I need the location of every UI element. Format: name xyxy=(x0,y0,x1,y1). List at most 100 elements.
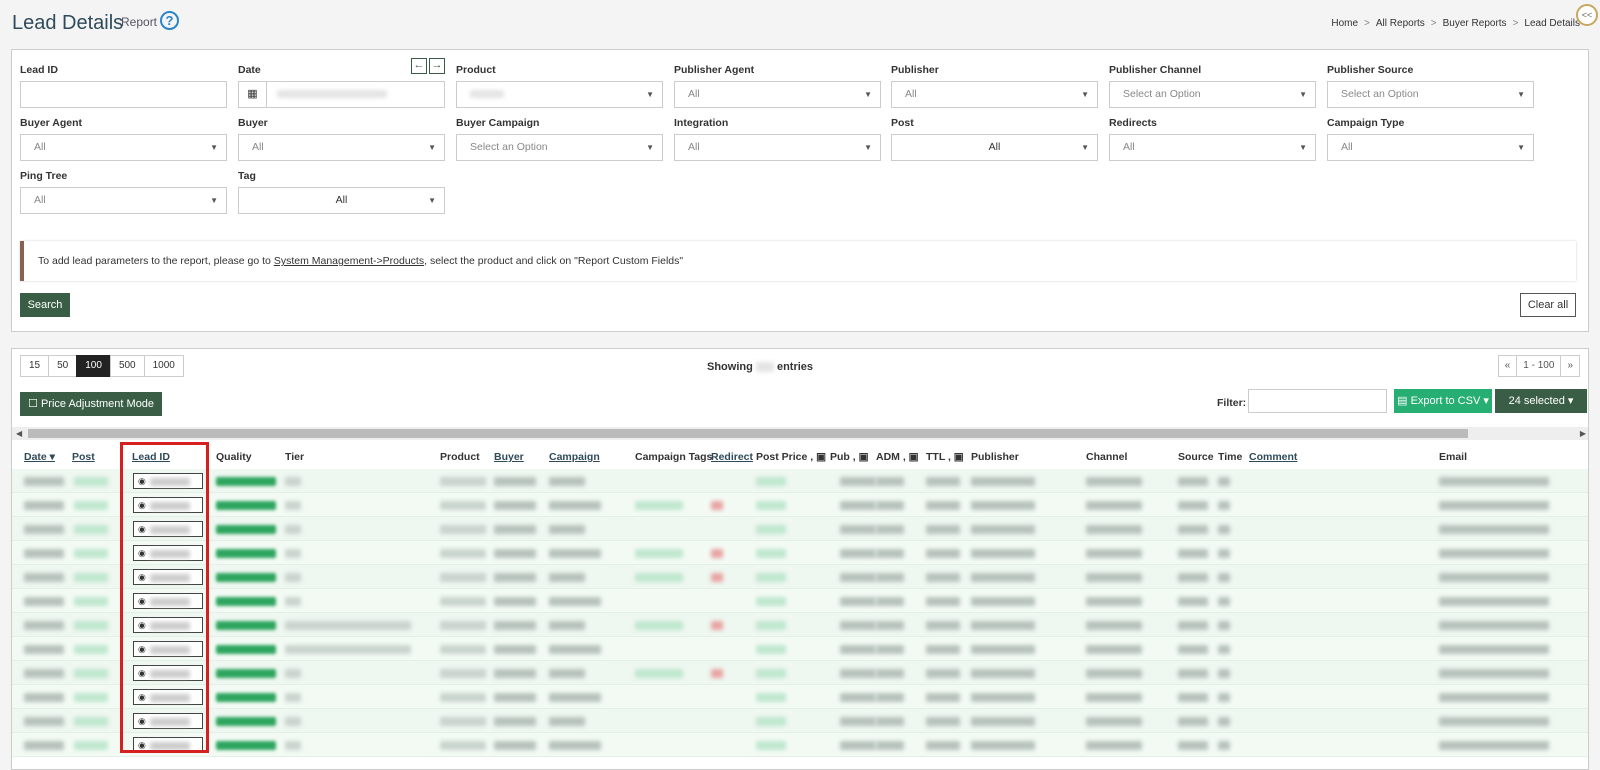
export-csv-button[interactable]: ▤ Export to CSV ▾ xyxy=(1394,389,1492,413)
table-row[interactable]: ◉ xyxy=(12,685,1588,709)
integration-select[interactable]: All ▼ xyxy=(674,134,881,161)
lead-id-view-button[interactable]: ◉ xyxy=(133,617,203,633)
table-row[interactable]: ◉ xyxy=(12,661,1588,685)
scroll-right-icon[interactable]: ▶ xyxy=(1580,427,1586,440)
lead-id-input[interactable] xyxy=(20,81,227,108)
eye-icon: ◉ xyxy=(138,548,146,558)
table-row[interactable]: ◉ xyxy=(12,733,1588,757)
col-buyer[interactable]: Buyer xyxy=(494,451,524,463)
search-button[interactable]: Search xyxy=(20,293,70,317)
redacted-cell xyxy=(440,669,486,678)
lead-id-view-button[interactable]: ◉ xyxy=(133,689,203,705)
col-quality: Quality xyxy=(216,451,252,463)
redacted-cell xyxy=(494,525,536,534)
breadcrumb-buyer-reports[interactable]: Buyer Reports xyxy=(1443,18,1507,29)
checkbox-icon: ☐ xyxy=(28,398,38,410)
redirects-field: Redirects All ▼ xyxy=(1109,117,1316,161)
buyer-campaign-select[interactable]: Select an Option ▼ xyxy=(456,134,663,161)
tag-select[interactable]: All ▼ xyxy=(238,187,445,214)
col-campaign-tags: Campaign Tags xyxy=(635,451,713,463)
redacted-lead-id xyxy=(149,741,190,750)
col-campaign[interactable]: Campaign xyxy=(549,451,600,463)
page-size-15[interactable]: 15 xyxy=(20,355,50,377)
lead-id-view-button[interactable]: ◉ xyxy=(133,641,203,657)
page-size-50[interactable]: 50 xyxy=(48,355,78,377)
pagination-first[interactable]: « xyxy=(1497,355,1518,377)
redacted-cell xyxy=(926,477,960,486)
redacted-cell xyxy=(840,549,876,558)
breadcrumb-home[interactable]: Home xyxy=(1331,18,1358,29)
lead-id-view-button[interactable]: ◉ xyxy=(133,665,203,681)
redacted-cell xyxy=(1439,741,1549,750)
product-select[interactable]: ▼ xyxy=(456,81,663,108)
lead-id-view-button[interactable]: ◉ xyxy=(133,593,203,609)
table-row[interactable]: ◉ xyxy=(12,541,1588,565)
col-time: Time xyxy=(1218,451,1243,463)
page-header: Lead Details Report ? Home > All Reports… xyxy=(0,0,1600,46)
lead-id-view-button[interactable]: ◉ xyxy=(133,713,203,729)
scrollbar-thumb[interactable] xyxy=(28,429,1468,438)
date-range-input[interactable]: ▦ xyxy=(238,81,445,108)
redirects-select[interactable]: All ▼ xyxy=(1109,134,1316,161)
redacted-cell xyxy=(1218,669,1230,678)
columns-selected-button[interactable]: 24 selected ▾ xyxy=(1495,389,1587,413)
publisher-select[interactable]: All ▼ xyxy=(891,81,1098,108)
help-icon[interactable]: ? xyxy=(160,11,179,30)
lead-id-view-button[interactable]: ◉ xyxy=(133,545,203,561)
price-adjustment-mode-button[interactable]: ☐ Price Adjustment Mode xyxy=(20,392,163,416)
table-row[interactable]: ◉ xyxy=(12,637,1588,661)
horizontal-scrollbar[interactable]: ◀ ▶ xyxy=(12,427,1588,440)
col-date[interactable]: Date ▾ xyxy=(24,451,55,463)
table-body: ◉ ◉ ◉ ◉ ◉ ◉ ◉ ◉ ◉ ◉ ◉ ◉ xyxy=(12,469,1588,757)
lead-id-view-button[interactable]: ◉ xyxy=(133,473,203,489)
eye-icon: ◉ xyxy=(138,644,146,654)
redacted-cell xyxy=(971,501,1035,510)
redacted-cell xyxy=(1218,573,1230,582)
redacted-post-price xyxy=(756,525,786,534)
redacted-cell xyxy=(1178,693,1208,702)
redacted-cell xyxy=(285,549,301,558)
table-row[interactable]: ◉ xyxy=(12,517,1588,541)
redacted-post-price xyxy=(756,549,786,558)
breadcrumb-all-reports[interactable]: All Reports xyxy=(1376,18,1425,29)
table-row[interactable]: ◉ xyxy=(12,493,1588,517)
page-size-100[interactable]: 100 xyxy=(76,355,111,377)
table-row[interactable]: ◉ xyxy=(12,589,1588,613)
publisher-source-select[interactable]: Select an Option ▼ xyxy=(1327,81,1534,108)
lead-id-view-button[interactable]: ◉ xyxy=(133,497,203,513)
page-size-500[interactable]: 500 xyxy=(109,355,145,377)
table-row[interactable]: ◉ xyxy=(12,565,1588,589)
lead-id-view-button[interactable]: ◉ xyxy=(133,521,203,537)
lead-id-view-button[interactable]: ◉ xyxy=(133,569,203,585)
redacted-cell xyxy=(1178,669,1208,678)
buyer-agent-select[interactable]: All ▼ xyxy=(20,134,227,161)
col-comment[interactable]: Comment xyxy=(1249,451,1297,463)
col-lead-id[interactable]: Lead ID xyxy=(132,451,170,463)
filter-input[interactable] xyxy=(1248,389,1387,413)
col-post[interactable]: Post xyxy=(72,451,95,463)
publisher-channel-select[interactable]: Select an Option ▼ xyxy=(1109,81,1316,108)
date-next-button[interactable]: → xyxy=(429,58,445,74)
redacted-cell xyxy=(1086,621,1142,630)
post-select[interactable]: All ▼ xyxy=(891,134,1098,161)
publisher-agent-select[interactable]: All ▼ xyxy=(674,81,881,108)
redacted-cell xyxy=(494,597,536,606)
table-row[interactable]: ◉ xyxy=(12,469,1588,493)
date-prev-button[interactable]: ← xyxy=(411,58,427,74)
clear-all-button[interactable]: Clear all xyxy=(1520,293,1576,317)
campaign-type-select[interactable]: All ▼ xyxy=(1327,134,1534,161)
page-size-1000[interactable]: 1000 xyxy=(143,355,184,377)
collapse-sidebar-button[interactable]: << xyxy=(1576,4,1598,26)
table-row[interactable]: ◉ xyxy=(12,613,1588,637)
pagination-last[interactable]: » xyxy=(1560,355,1580,377)
scroll-left-icon[interactable]: ◀ xyxy=(16,427,22,440)
ping-tree-select[interactable]: All ▼ xyxy=(20,187,227,214)
system-management-products-link[interactable]: System Management->Products xyxy=(274,255,424,267)
table-row[interactable]: ◉ xyxy=(12,709,1588,733)
col-redirect[interactable]: Redirect xyxy=(711,451,753,463)
buyer-select[interactable]: All ▼ xyxy=(238,134,445,161)
redacted-cell xyxy=(1218,525,1230,534)
redacted-cell xyxy=(24,525,64,534)
redacted-post-price xyxy=(756,693,786,702)
lead-id-view-button[interactable]: ◉ xyxy=(133,737,203,753)
